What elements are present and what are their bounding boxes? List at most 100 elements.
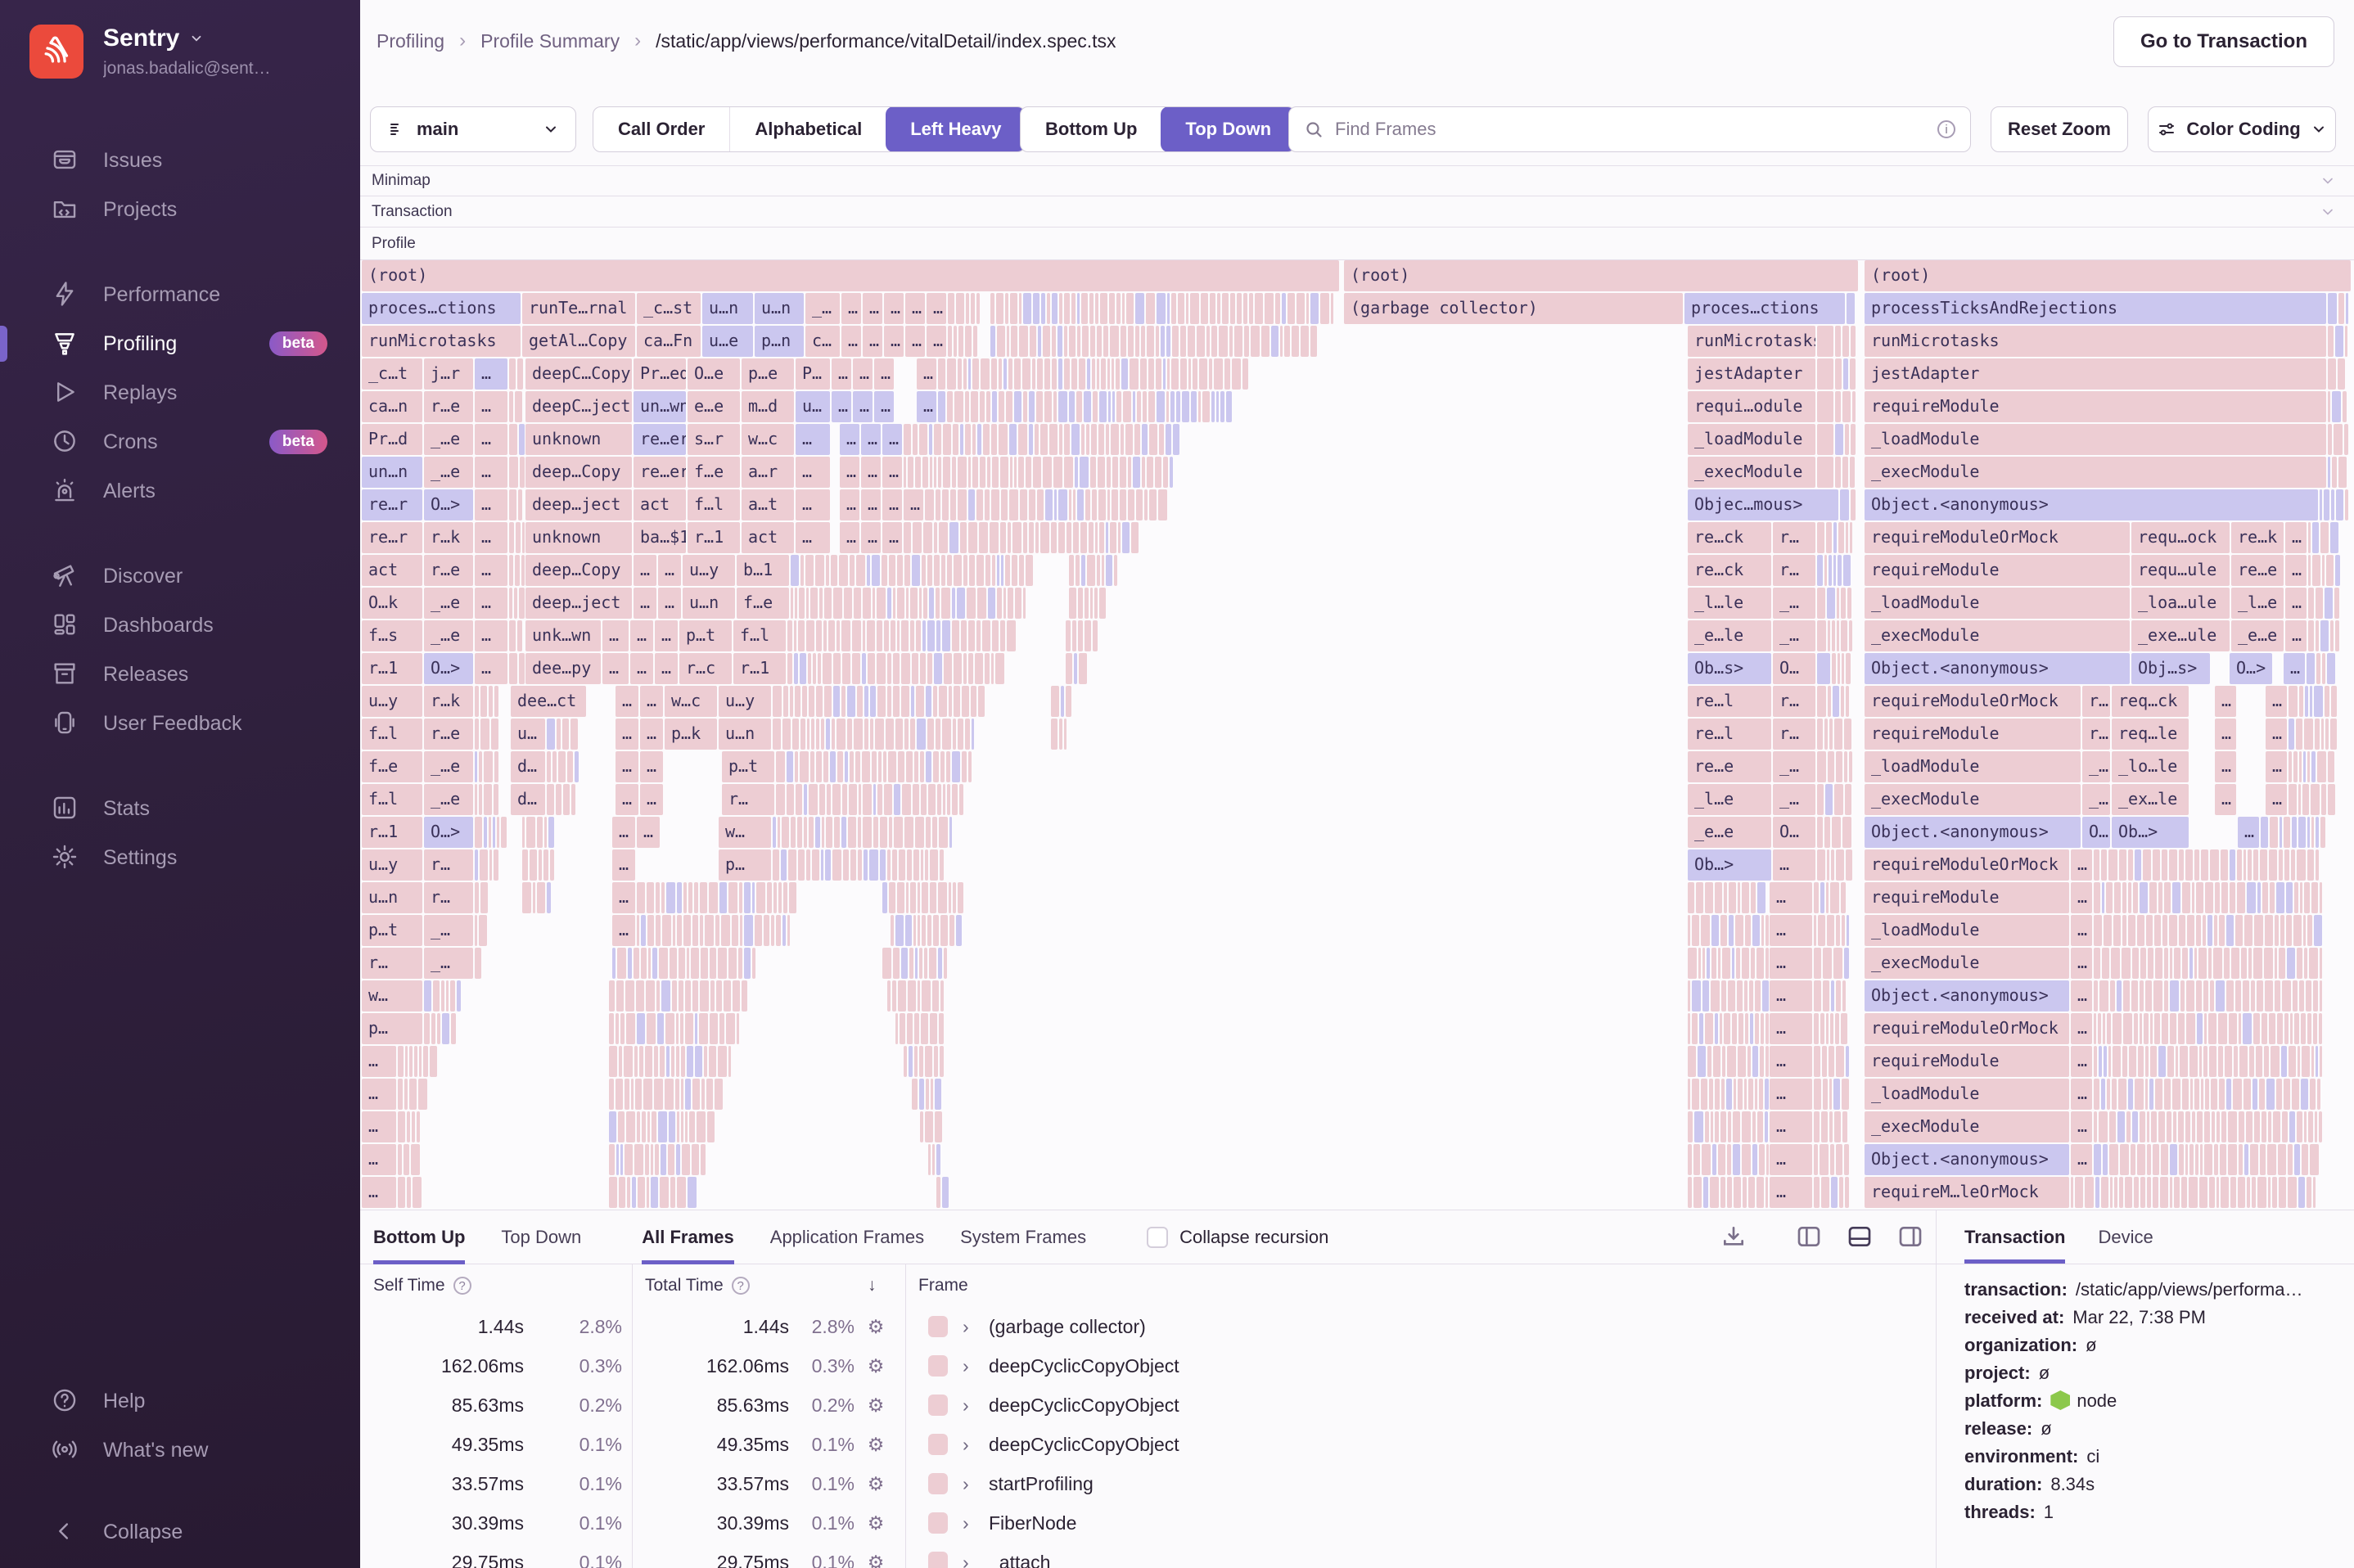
flame-frame[interactable]: requ…ock [2131, 522, 2230, 553]
flame-frame-sliver[interactable] [1844, 719, 1851, 750]
flame-frame-sliver[interactable] [2186, 1013, 2195, 1044]
flame-frame-sliver[interactable] [920, 1111, 923, 1142]
flame-frame-sliver[interactable] [2284, 849, 2289, 881]
flame-frame-sliver[interactable] [672, 980, 677, 1012]
flame-frame-sliver[interactable] [692, 1079, 700, 1110]
flame-frame-sliver[interactable] [1000, 522, 1006, 553]
flame-frame-sliver[interactable] [637, 915, 639, 946]
flame-frame-sliver[interactable] [1827, 849, 1829, 881]
flame-frame-sliver[interactable] [1851, 326, 1856, 357]
flame-frame-sliver[interactable] [995, 653, 1004, 684]
flame-frame-sliver[interactable] [2320, 522, 2329, 553]
flame-frame-sliver[interactable] [1085, 620, 1091, 651]
flame-frame-sliver[interactable] [948, 326, 952, 357]
flame-frame-sliver[interactable] [1843, 555, 1851, 586]
flame-frame-sliver[interactable] [609, 1013, 614, 1044]
flame-frame[interactable]: runMicrotasks [1865, 326, 2326, 357]
flame-frame-sliver[interactable] [2299, 751, 2302, 782]
flame-frame-sliver[interactable] [949, 817, 952, 848]
flame-frame-sliver[interactable] [863, 588, 871, 619]
flame-frame-sliver[interactable] [1080, 457, 1089, 488]
flame-frame[interactable]: requireModuleOrMock [1865, 1013, 2069, 1044]
flame-frame-sliver[interactable] [1842, 915, 1845, 946]
flame-frame-sliver[interactable] [1219, 326, 1228, 357]
flame-frame-sliver[interactable] [1705, 882, 1713, 913]
flame-frame-sliver[interactable] [904, 457, 906, 488]
flame-frame-sliver[interactable] [637, 1111, 640, 1142]
flame-frame-sliver[interactable] [1014, 358, 1021, 390]
flame-frame-sliver[interactable] [2205, 1079, 2209, 1110]
flame-frame-sliver[interactable] [1720, 1177, 1725, 1208]
flame-frame-sliver[interactable] [1720, 1013, 1722, 1044]
flame-frame[interactable]: … [2071, 1111, 2092, 1142]
flame-frame-sliver[interactable] [783, 882, 787, 913]
flame-frame-sliver[interactable] [1728, 980, 1735, 1012]
flame-frame-sliver[interactable] [1707, 948, 1710, 979]
flame-frame[interactable]: _… [2082, 784, 2110, 815]
flame-frame-sliver[interactable] [2331, 686, 2337, 717]
flame-frame-sliver[interactable] [1750, 1013, 1753, 1044]
flame-frame-sliver[interactable] [1166, 424, 1171, 455]
tab-all-frames[interactable]: All Frames [642, 1210, 734, 1264]
flame-frame-sliver[interactable] [832, 849, 841, 881]
flame-frame-sliver[interactable] [773, 849, 779, 881]
flame-frame-sliver[interactable] [539, 849, 542, 881]
flame-frame-sliver[interactable] [2128, 915, 2135, 946]
flame-frame-sliver[interactable] [815, 555, 824, 586]
flame-frame-sliver[interactable] [1149, 424, 1157, 455]
flame-frame[interactable]: r…k [424, 522, 473, 553]
flame-frame-sliver[interactable] [699, 1013, 708, 1044]
flame-frame-sliver[interactable] [933, 751, 939, 782]
flame-frame-sliver[interactable] [2128, 1079, 2133, 1110]
flame-frame-sliver[interactable] [2336, 489, 2343, 520]
dock-left-icon[interactable] [1796, 1223, 1822, 1250]
flame-frame-sliver[interactable] [437, 1013, 440, 1044]
flame-frame-sliver[interactable] [2226, 1079, 2231, 1110]
flame-frame-sliver[interactable] [398, 1144, 402, 1175]
flame-frame-sliver[interactable] [715, 915, 719, 946]
flame-frame-sliver[interactable] [2275, 948, 2277, 979]
flame-frame-sliver[interactable] [2221, 849, 2228, 881]
flame-frame-sliver[interactable] [912, 555, 920, 586]
sidebar-item-crons[interactable]: Crons beta [0, 417, 360, 466]
flame-frame[interactable]: processTicksAndRejections [1865, 293, 2326, 324]
flame-frame-sliver[interactable] [815, 817, 820, 848]
flame-frame-sliver[interactable] [2149, 1079, 2153, 1110]
flame-frame-sliver[interactable] [1711, 1111, 1713, 1142]
flame-frame-sliver[interactable] [2138, 1046, 2144, 1077]
flame-frame-sliver[interactable] [1026, 457, 1031, 488]
flame-frame-sliver[interactable] [2147, 1111, 2149, 1142]
flame-frame-sliver[interactable] [2137, 915, 2144, 946]
flame-frame-sliver[interactable] [681, 1046, 685, 1077]
flame-frame-sliver[interactable] [509, 555, 513, 586]
flame-frame-sliver[interactable] [930, 1013, 937, 1044]
flame-frame-sliver[interactable] [1064, 358, 1070, 390]
flame-frame-sliver[interactable] [2287, 948, 2295, 979]
flame-frame-sliver[interactable] [825, 849, 831, 881]
flame-frame[interactable]: … [612, 849, 635, 881]
sidebar-item-discover[interactable]: Discover [0, 552, 360, 601]
flame-frame-sliver[interactable] [676, 1046, 679, 1077]
flame-frame-sliver[interactable] [451, 1013, 456, 1044]
flame-frame-sliver[interactable] [927, 915, 931, 946]
flame-frame-sliver[interactable] [990, 522, 999, 553]
flame-frame-sliver[interactable] [818, 653, 821, 684]
flame-frame-sliver[interactable] [1759, 1079, 1763, 1110]
flame-frame-sliver[interactable] [2345, 326, 2347, 357]
flame-frame-sliver[interactable] [1814, 1111, 1820, 1142]
flame-frame-sliver[interactable] [1751, 948, 1755, 979]
table-row[interactable]: 49.35ms 0.1% 49.35ms 0.1% ⚙ › deepCyclicCopyOb… [360, 1425, 1936, 1464]
flame-frame-sliver[interactable] [1147, 326, 1154, 357]
flame-frame-sliver[interactable] [2297, 849, 2306, 881]
flame-frame-sliver[interactable] [1755, 1079, 1757, 1110]
flame-frame-sliver[interactable] [509, 588, 512, 619]
flame-frame-sliver[interactable] [1095, 293, 1098, 324]
flame-frame-sliver[interactable] [1738, 1046, 1746, 1077]
flame-frame-sliver[interactable] [913, 424, 918, 455]
flame-frame-sliver[interactable] [794, 620, 796, 651]
flame-frame-sliver[interactable] [1737, 980, 1743, 1012]
flame-frame[interactable]: _loadModule [1865, 588, 2130, 619]
flame-frame[interactable]: jestAdapter [1865, 358, 2326, 390]
flame-frame-sliver[interactable] [2140, 948, 2146, 979]
flame-frame-sliver[interactable] [718, 948, 727, 979]
